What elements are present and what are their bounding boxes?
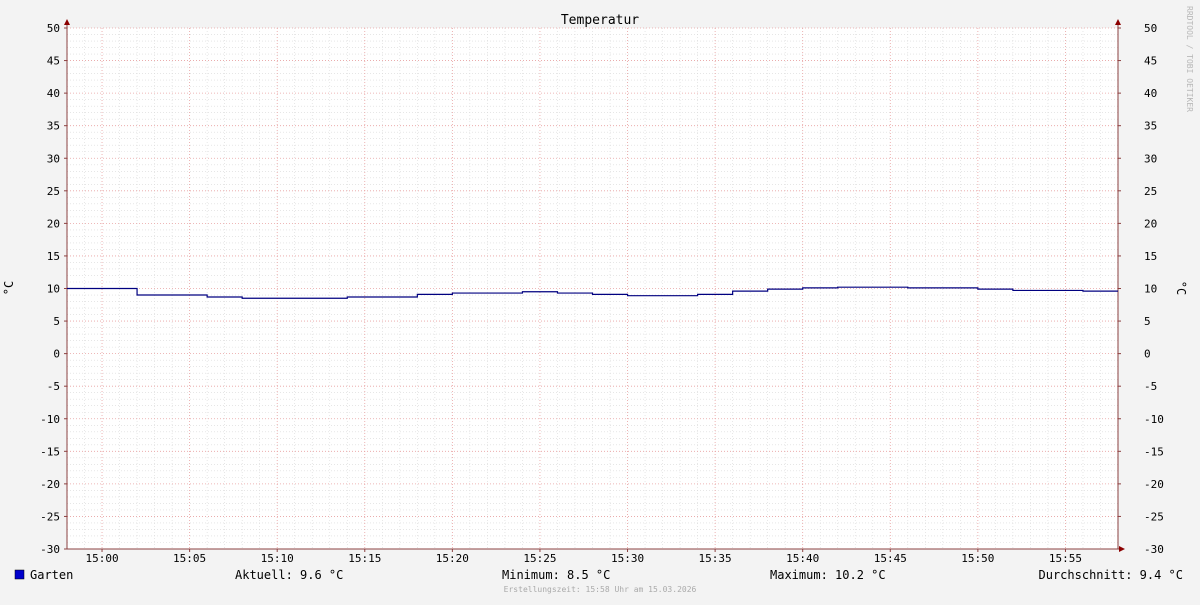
rrdtool-watermark: RRDTOOL / TOBI OETIKER	[1185, 6, 1194, 112]
x-tick-label: 15:20	[436, 552, 469, 565]
temperature-chart: 50454035302520151050-5-10-15-20-25-30 50…	[0, 0, 1200, 600]
y-tick-label-right: 25	[1144, 185, 1157, 198]
y-tick-label-left: -10	[40, 413, 60, 426]
x-tick-label: 15:30	[611, 552, 644, 565]
y-tick-label-left: 30	[47, 152, 60, 165]
y-tick-label-left: 50	[47, 22, 60, 35]
y-tick-label-left: 45	[47, 55, 60, 68]
y-tick-label-right: 0	[1144, 348, 1151, 361]
stat-minimum: Minimum: 8.5 °C	[502, 568, 610, 582]
y-tick-label-left: 15	[47, 250, 60, 263]
y-tick-label-right: 10	[1144, 283, 1157, 296]
x-tick-label: 15:25	[523, 552, 556, 565]
legend-label-garten: Garten	[30, 568, 73, 582]
y-tick-label-right: 5	[1144, 315, 1151, 328]
y-axis-label-left: °C	[2, 281, 16, 295]
y-axis-label-right: °C	[1174, 281, 1188, 295]
y-tick-label-left: -5	[47, 380, 60, 393]
y-tick-label-left: -25	[40, 510, 60, 523]
y-tick-label-left: 5	[53, 315, 60, 328]
y-tick-label-right: 15	[1144, 250, 1157, 263]
y-tick-label-left: -30	[40, 543, 60, 556]
stat-maximum: Maximum: 10.2 °C	[770, 568, 886, 582]
stat-current: Aktuell: 9.6 °C	[235, 568, 343, 582]
y-tick-label-right: -10	[1144, 413, 1164, 426]
x-tick-label: 15:05	[173, 552, 206, 565]
y-tick-label-right: -5	[1144, 380, 1157, 393]
y-tick-label-left: 40	[47, 87, 60, 100]
x-tick-label: 15:35	[699, 552, 732, 565]
stat-average: Durchschnitt: 9.4 °C	[1039, 568, 1184, 582]
y-tick-label-right: 35	[1144, 120, 1157, 133]
y-tick-label-right: 20	[1144, 217, 1157, 230]
y-tick-label-right: 45	[1144, 55, 1157, 68]
y-tick-label-right: 30	[1144, 152, 1157, 165]
x-tick-label: 15:40	[786, 552, 819, 565]
legend-swatch-garten	[14, 569, 25, 580]
y-tick-label-left: -15	[40, 445, 60, 458]
y-tick-label-right: 50	[1144, 22, 1157, 35]
chart-root: 50 45 40 35 30 25 20 15 10 5 0 -5 -10 -15 -20 -25 -30 50…	[0, 0, 1200, 600]
x-tick-label: 15:15	[348, 552, 381, 565]
x-tick-label: 15:45	[874, 552, 907, 565]
y-tick-label-left: 25	[47, 185, 60, 198]
creation-time-footer: Erstellungszeit: 15:58 Uhr am 15.03.2026	[504, 585, 697, 594]
y-tick-label-right: -15	[1144, 445, 1164, 458]
y-tick-label-right: -25	[1144, 510, 1164, 523]
x-tick-label: 15:50	[961, 552, 994, 565]
x-tick-label: 15:00	[85, 552, 118, 565]
x-tick-label: 15:55	[1049, 552, 1082, 565]
y-tick-label-right: 40	[1144, 87, 1157, 100]
chart-title: Temperatur	[561, 13, 639, 28]
y-tick-label-left: 20	[47, 217, 60, 230]
x-tick-label: 15:10	[261, 552, 294, 565]
y-tick-label-left: 10	[47, 283, 60, 296]
y-tick-label-left: 0	[53, 348, 60, 361]
y-tick-label-right: -20	[1144, 478, 1164, 491]
y-tick-label-left: -20	[40, 478, 60, 491]
y-tick-label-right: -30	[1144, 543, 1164, 556]
y-tick-label-left: 35	[47, 120, 60, 133]
